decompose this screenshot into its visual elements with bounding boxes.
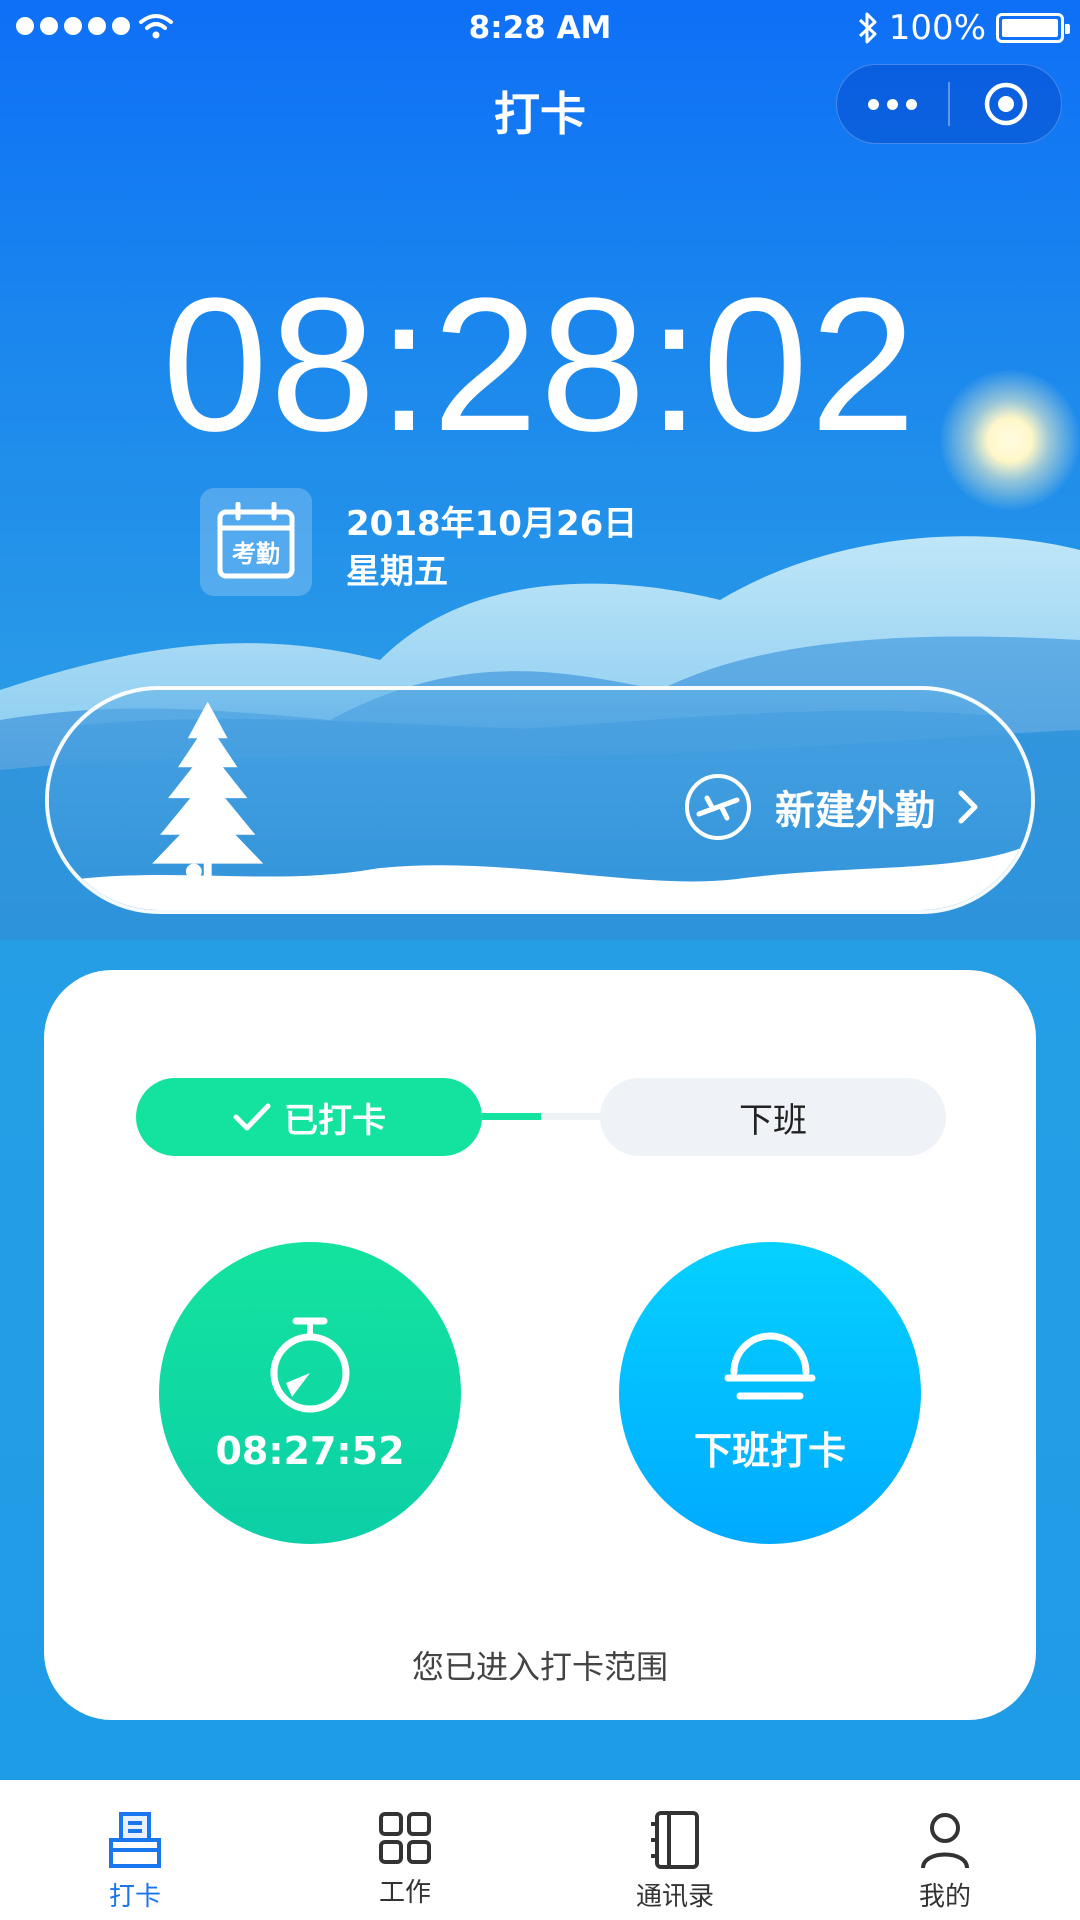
mini-program-capsule [836, 64, 1062, 144]
status-bar: 8:28 AM 100% [0, 0, 1080, 58]
tab-work-label: 工作 [378, 1878, 431, 1908]
calendar-icon: 考勤 [217, 502, 295, 579]
check-out-label: 下班打卡 [693, 1428, 846, 1473]
weekday-text: 星期五 [346, 552, 448, 592]
check-out-button[interactable]: 下班打卡 [619, 1242, 921, 1544]
new-field-work-action[interactable]: 新建外勤 [683, 772, 979, 842]
tab-contacts[interactable]: 通讯录 [540, 1780, 810, 1920]
bluetooth-icon [858, 12, 877, 44]
check-in-record-button[interactable]: 08:27:52 [159, 1242, 461, 1544]
calendar-badge-text: 考勤 [232, 540, 280, 568]
status-right: 100% [857, 8, 1070, 48]
checked-in-pill: 已打卡 [136, 1078, 482, 1156]
more-button[interactable] [837, 65, 948, 143]
airplane-icon [685, 774, 751, 840]
date-text: 2018年10月26日 [346, 504, 638, 544]
check-in-time: 08:27:52 [215, 1429, 405, 1473]
tab-punch[interactable]: 打卡 [0, 1780, 270, 1920]
live-clock: 08:28:02 [162, 259, 918, 471]
attendance-calendar-badge: 考勤 [200, 488, 312, 596]
battery-percent: 100% [888, 8, 986, 48]
contacts-book-icon [651, 1811, 699, 1869]
more-dots-icon [868, 98, 879, 110]
grid-icon [379, 1812, 431, 1864]
punch-card: 已打卡 下班 08:27:52 下班打卡 您已进入打卡范围 [44, 970, 1036, 1720]
chevron-right-icon [958, 790, 978, 824]
battery-icon [996, 13, 1070, 43]
tab-me-label: 我的 [918, 1882, 971, 1912]
new-field-work-label: 新建外勤 [775, 788, 935, 834]
punch-progress-fill [482, 1113, 541, 1120]
bottom-tab-bar: 打卡 工作 通讯录 我的 [0, 1780, 1080, 1920]
user-icon [921, 1813, 969, 1869]
punch-progress-track [482, 1113, 600, 1120]
tab-work[interactable]: 工作 [270, 1780, 540, 1920]
tab-punch-label: 打卡 [108, 1882, 161, 1912]
range-status-text: 您已进入打卡范围 [411, 1648, 668, 1686]
sunset-icon [724, 1332, 816, 1399]
stopwatch-icon [270, 1317, 350, 1413]
tab-contacts-label: 通讯录 [635, 1882, 714, 1912]
close-button[interactable] [950, 65, 1061, 143]
new-field-work-banner[interactable]: 新建外勤 [45, 686, 1035, 914]
target-icon [984, 82, 1027, 126]
off-work-pill: 下班 [600, 1078, 946, 1156]
punch-card-icon [109, 1812, 161, 1868]
check-icon [233, 1103, 271, 1131]
checked-in-label: 已打卡 [284, 1100, 386, 1141]
tab-me[interactable]: 我的 [810, 1780, 1080, 1920]
